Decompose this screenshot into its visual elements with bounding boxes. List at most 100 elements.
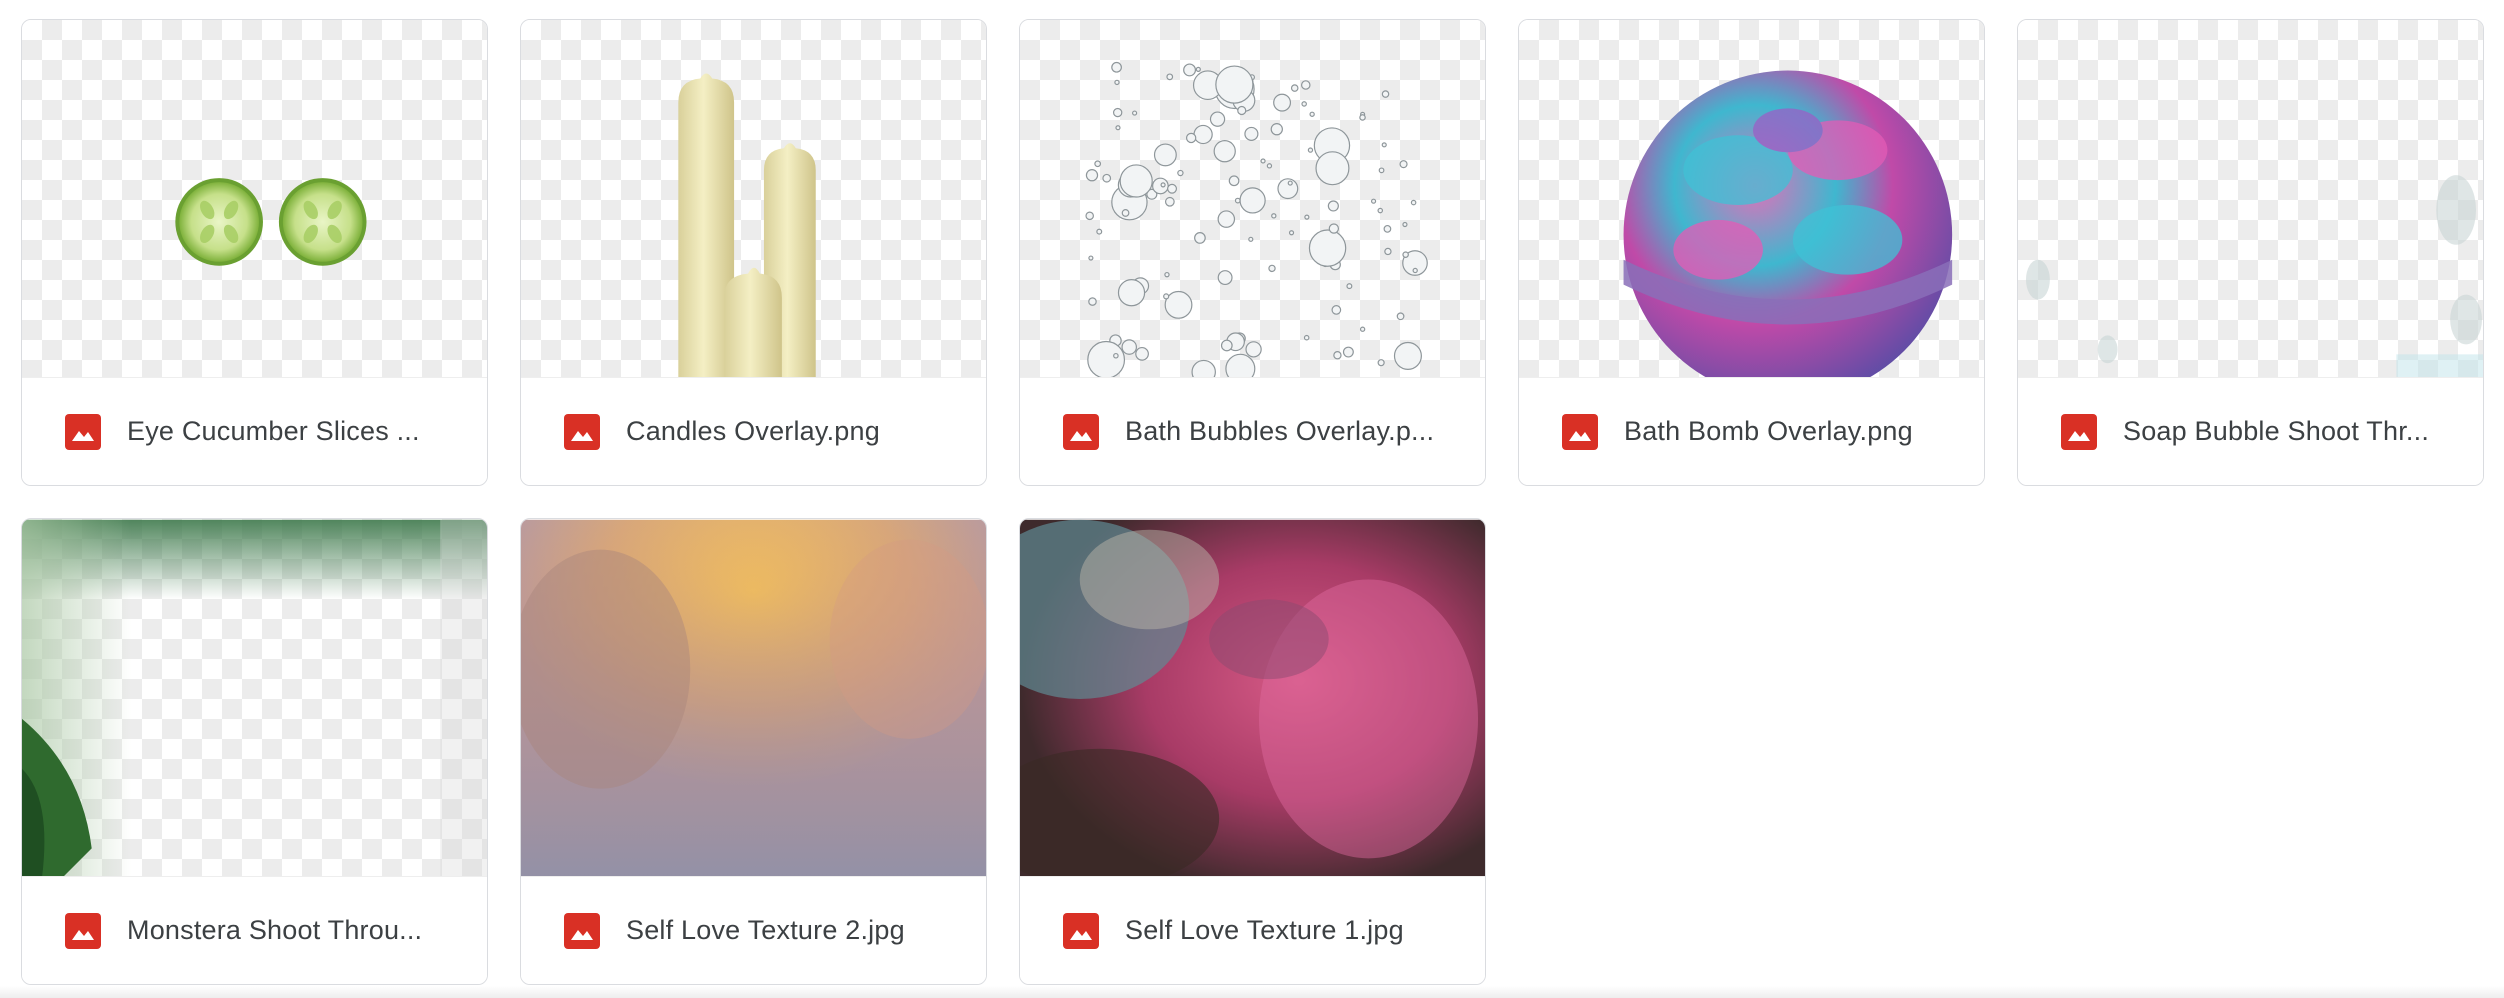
bubble <box>1117 279 1146 307</box>
file-card-self-love-texture-1[interactable]: Self Love Texture 1.jpg <box>1019 518 1486 985</box>
bubble <box>1270 123 1283 136</box>
bubble <box>1094 160 1102 168</box>
file-card-footer: Monstera Shoot Throu... <box>22 876 487 984</box>
bubble <box>1160 182 1166 188</box>
bubble <box>1183 63 1197 77</box>
bubble <box>1333 351 1342 360</box>
file-card-footer: Soap Bubble Shoot Thr... <box>2018 377 2483 485</box>
image-file-icon <box>1063 912 1099 949</box>
candles-image <box>678 73 816 380</box>
bubble <box>1381 90 1390 98</box>
bubble <box>1260 158 1266 164</box>
file-card-bath-bubbles-overlay[interactable]: Bath Bubbles Overlay.p... <box>1019 19 1486 486</box>
bubble <box>1273 93 1292 112</box>
bubble <box>1308 229 1347 267</box>
file-name: Bath Bubbles Overlay.p... <box>1125 416 1435 446</box>
file-card-self-love-texture-2[interactable]: Self Love Texture 2.jpg <box>520 518 987 985</box>
image-file-icon <box>65 912 101 949</box>
bubble <box>1300 80 1311 90</box>
file-name: Monstera Shoot Throu... <box>127 915 423 945</box>
bubble <box>1135 346 1149 361</box>
image-file-icon <box>65 413 101 450</box>
file-card-footer: Bath Bomb Overlay.png <box>1519 377 1984 485</box>
file-card-footer: Eye Cucumber Slices ... <box>22 377 487 485</box>
bubble <box>1277 178 1299 200</box>
bubble <box>1244 126 1259 141</box>
bubble <box>1121 339 1137 355</box>
file-grid: Eye Cucumber Slices ... Candles Overlay.… <box>21 19 2491 989</box>
bubble <box>1209 111 1226 127</box>
bubble <box>1381 142 1387 148</box>
file-thumbnail <box>1519 20 1984 380</box>
bubble <box>1288 230 1295 236</box>
image-file-icon <box>1063 413 1099 450</box>
file-card-bath-bomb-overlay[interactable]: Bath Bomb Overlay.png <box>1518 19 1985 486</box>
bubble <box>1113 107 1123 118</box>
bubble <box>1111 61 1122 73</box>
bubble <box>1383 224 1392 233</box>
bubble <box>1239 187 1266 214</box>
file-name: Candles Overlay.png <box>626 416 880 446</box>
file-card-footer: Bath Bubbles Overlay.p... <box>1020 377 1485 485</box>
bubble <box>1301 101 1307 107</box>
bubble <box>1303 334 1310 341</box>
bubble <box>1384 247 1392 256</box>
bubble <box>1087 340 1126 379</box>
bubble <box>1113 352 1119 359</box>
bubble <box>1327 200 1339 212</box>
bubble <box>1215 65 1254 104</box>
bubble <box>1328 223 1340 234</box>
bubble <box>1342 346 1354 358</box>
image-file-icon <box>2061 413 2097 450</box>
texture-2-image <box>521 519 986 879</box>
file-thumbnail <box>521 519 986 879</box>
image-file-icon <box>564 912 600 949</box>
bubble <box>1359 114 1366 121</box>
bubble <box>1193 124 1213 145</box>
bubble <box>1309 111 1315 117</box>
bubble <box>1245 341 1262 358</box>
file-card-candles-overlay[interactable]: Candles Overlay.png <box>520 19 987 486</box>
file-thumbnail <box>22 20 487 380</box>
bubble <box>1396 312 1405 321</box>
bubble <box>1377 207 1384 214</box>
file-card-monstera-shoot-through[interactable]: Monstera Shoot Throu... <box>21 518 488 985</box>
bubble <box>1213 140 1236 163</box>
bubble <box>1412 267 1418 274</box>
bubble <box>1166 73 1174 81</box>
bubble <box>1121 209 1130 217</box>
file-name: Self Love Texture 2.jpg <box>626 915 905 945</box>
bubble <box>1085 211 1094 221</box>
image-file-icon <box>1562 413 1598 450</box>
bubble <box>1088 255 1094 261</box>
bubble <box>1410 199 1417 206</box>
file-thumbnail <box>1020 519 1485 879</box>
bubble <box>1228 175 1240 187</box>
file-name: Bath Bomb Overlay.png <box>1624 416 1913 446</box>
image-file-icon <box>564 413 600 450</box>
bubble <box>1304 214 1310 220</box>
bubble <box>1359 326 1366 332</box>
bubble <box>1346 283 1353 290</box>
bubble <box>1132 110 1138 116</box>
bubble <box>1393 341 1422 370</box>
file-card-eye-cucumber-slices[interactable]: Eye Cucumber Slices ... <box>21 19 488 486</box>
bubble <box>1153 143 1177 167</box>
bubble <box>1152 177 1169 195</box>
texture-1-image <box>1020 519 1485 879</box>
bubble <box>1220 339 1233 352</box>
file-thumbnail <box>1020 20 1485 380</box>
bubble <box>1315 151 1350 186</box>
bath-bomb-image <box>1623 70 1953 380</box>
monstera-image <box>22 519 487 879</box>
bubble <box>1177 169 1184 177</box>
soap-bubble-image <box>2025 175 2483 380</box>
bath-bubbles-image <box>1085 61 1428 380</box>
bubble <box>1399 160 1408 169</box>
bubble <box>1164 290 1193 319</box>
bubble <box>1290 84 1299 92</box>
file-card-soap-bubble-shoot-through[interactable]: Soap Bubble Shoot Thr... <box>2017 19 2484 486</box>
bubble <box>1266 163 1273 169</box>
file-card-footer: Candles Overlay.png <box>521 377 986 485</box>
bubble <box>1102 173 1112 183</box>
